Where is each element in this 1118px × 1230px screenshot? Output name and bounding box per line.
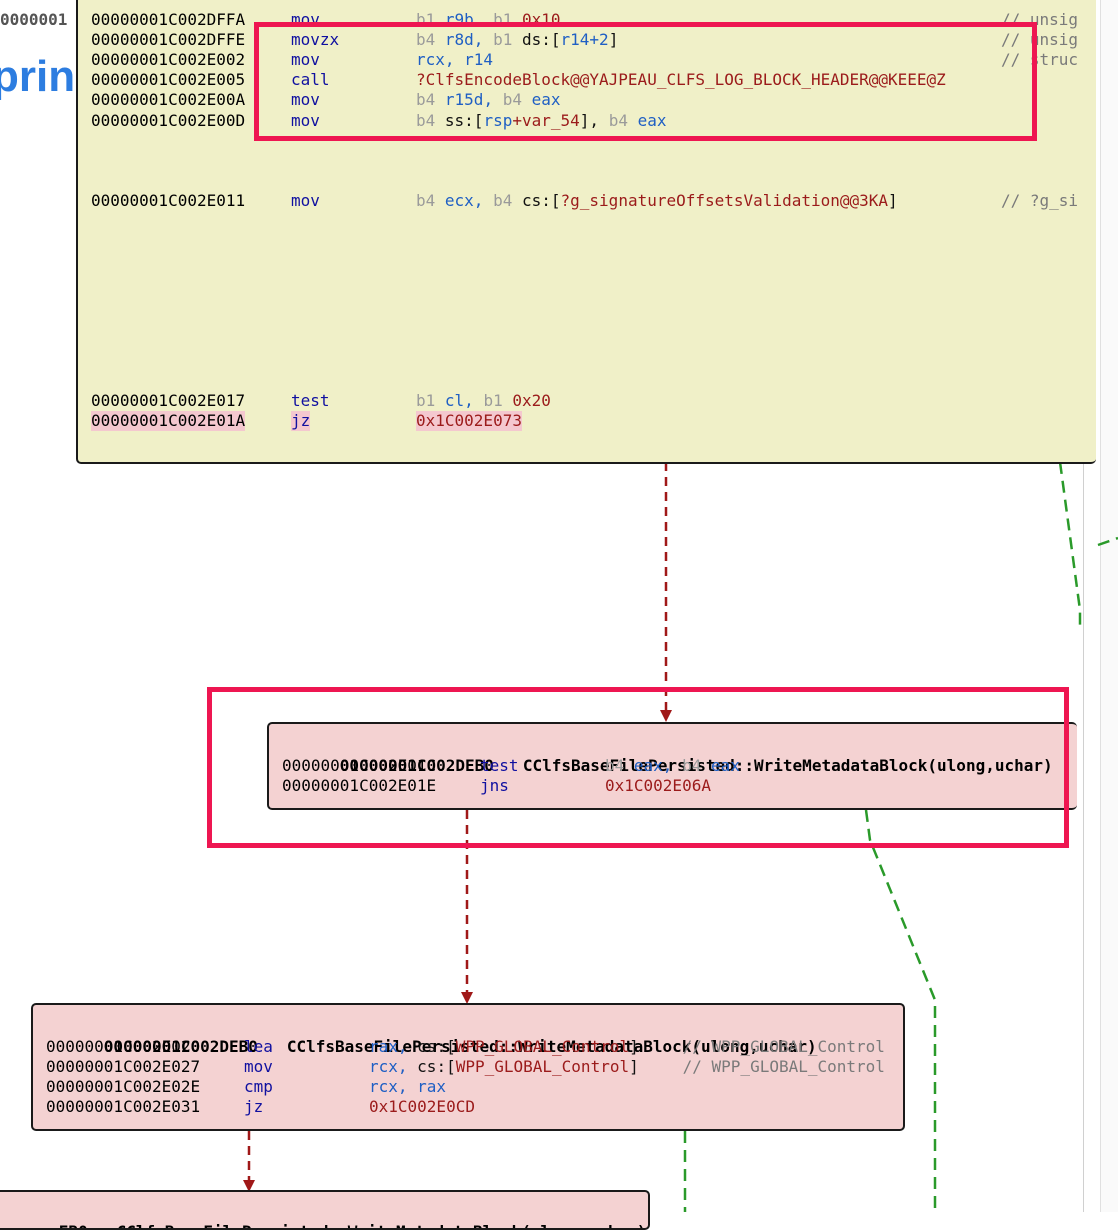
operand-token: WPP_GLOBAL_Control <box>455 1057 630 1076</box>
operand-token: b1 <box>483 391 513 410</box>
operand-token: ?g_signatureOffsetsValidation@@3KA <box>560 191 889 210</box>
instruction-operands: 0x1C002E0CD <box>369 1097 475 1117</box>
block-header-function: CClfsBaseFilePersisted::WriteMetadataBlo… <box>117 1222 647 1228</box>
operand-token: cs:[ <box>417 1057 456 1076</box>
operand-token: 0x1C002E073 <box>416 411 522 430</box>
edge-true-block1-right <box>1058 461 1082 625</box>
operand-token: b1 <box>416 391 445 410</box>
instruction-address: 00000001C002E00A <box>91 90 246 109</box>
instruction-operands: rax, cs:[WPP_GLOBAL_Control] <box>369 1037 639 1057</box>
graph-view[interactable]: 0000001 prin 00000001C002DFFA mov b1 r9b, … <box>0 0 1118 1230</box>
operand-token: WPP_GLOBAL_Control <box>455 1037 630 1056</box>
instruction-row[interactable]: 00000001C002E027 mov rcx, cs:[WPP_GLOBAL_C… <box>33 1057 903 1077</box>
instruction-row[interactable]: 00000001C002E01A jz 0x1C002E073 <box>78 411 1096 431</box>
operand-token: ] <box>629 1057 639 1076</box>
instruction-address: 00000001C002E002 <box>91 50 246 69</box>
operand-token: ] <box>629 1037 639 1056</box>
operand-token: ] <box>888 191 898 210</box>
operand-token: b4 <box>416 191 445 210</box>
edge-true-right-stub <box>1097 536 1118 547</box>
instruction-address: 00000001C002E027 <box>46 1057 201 1076</box>
instruction-mnemonic: mov <box>291 191 320 210</box>
instruction-row[interactable]: 00000001C002E017 test b1 cl, b1 0x20 <box>78 391 1096 411</box>
highlight-box-status-check <box>207 687 1069 848</box>
instruction-mnemonic: jz <box>291 411 311 431</box>
instruction-address: 00000001C002E01A <box>91 411 246 431</box>
highlight-box-encode-call <box>254 22 1037 141</box>
operand-token: cl, <box>444 391 484 410</box>
instruction-operands: b4 ecx, b4 cs:[?g_signatureOffsetsValida… <box>416 191 898 211</box>
instruction-address: 00000001C002E020 <box>46 1037 201 1056</box>
instruction-address: 00000001C002E02E <box>46 1077 201 1096</box>
instruction-comment: // WPP_GLOBAL_Control <box>673 1057 885 1076</box>
instruction-row[interactable]: 00000001C002E031 jz 0x1C002E0CD <box>33 1097 903 1117</box>
operand-token: cs:[ <box>417 1037 456 1056</box>
instruction-operands: b1 cl, b1 0x20 <box>416 391 551 411</box>
instruction-mnemonic: lea <box>244 1037 273 1056</box>
instruction-address: 00000001C002DFFA <box>91 10 246 29</box>
instruction-comment: // WPP_GLOBAL_Control <box>673 1037 885 1056</box>
block-header: EB0 CClfsBaseFilePersisted::WriteMetadat… <box>1 1202 647 1228</box>
block-header-address: EB0 <box>59 1222 88 1228</box>
instruction-mnemonic: jz <box>244 1097 264 1116</box>
instruction-mnemonic: test <box>291 391 330 410</box>
operand-token: 0x20 <box>512 391 551 410</box>
instruction-row[interactable]: 00000001C002E02E cmp rcx, rax <box>33 1077 903 1097</box>
instruction-operands: 0x1C002E073 <box>416 411 522 431</box>
operand-token: 0x1C002E0CD <box>369 1097 475 1116</box>
operand-token: rcx, rax <box>369 1077 447 1096</box>
instruction-comment: // ?g_si <box>1001 191 1079 210</box>
operand-token: cs:[ <box>521 191 561 210</box>
instruction-row[interactable]: 00000001C002E020 lea rax, cs:[WPP_GLOBAL_C… <box>33 1037 903 1057</box>
instruction-address: 00000001C002DFFE <box>91 30 246 49</box>
operand-token: rcx, <box>369 1057 418 1076</box>
operand-token: ecx, <box>444 191 494 210</box>
block-header: 00000001C002DEB0 CClfsBaseFilePersisted:… <box>46 1017 817 1056</box>
code-block-4[interactable]: EB0 CClfsBaseFilePersisted::WriteMetadat… <box>0 1190 650 1230</box>
code-block-3[interactable]: 00000001C002DEB0 CClfsBaseFilePersisted:… <box>31 1003 905 1131</box>
instruction-mnemonic: mov <box>244 1057 273 1076</box>
instruction-operands: rcx, cs:[WPP_GLOBAL_Control] <box>369 1057 639 1077</box>
instruction-address: 00000001C002E005 <box>91 70 246 89</box>
instruction-row[interactable]: 00000001C002E011 mov b4 ecx, b4 cs:[?g_sig… <box>78 191 1096 211</box>
instruction-mnemonic: cmp <box>244 1077 273 1096</box>
instruction-address: 00000001C002E017 <box>91 391 246 410</box>
operand-token: rax, <box>369 1037 418 1056</box>
instruction-address: 00000001C002E00D <box>91 111 246 130</box>
operand-token: b4 <box>493 191 522 210</box>
instruction-operands: rcx, rax <box>369 1077 446 1097</box>
instruction-address: 00000001C002E011 <box>91 191 246 210</box>
instruction-address: 00000001C002E031 <box>46 1097 201 1116</box>
